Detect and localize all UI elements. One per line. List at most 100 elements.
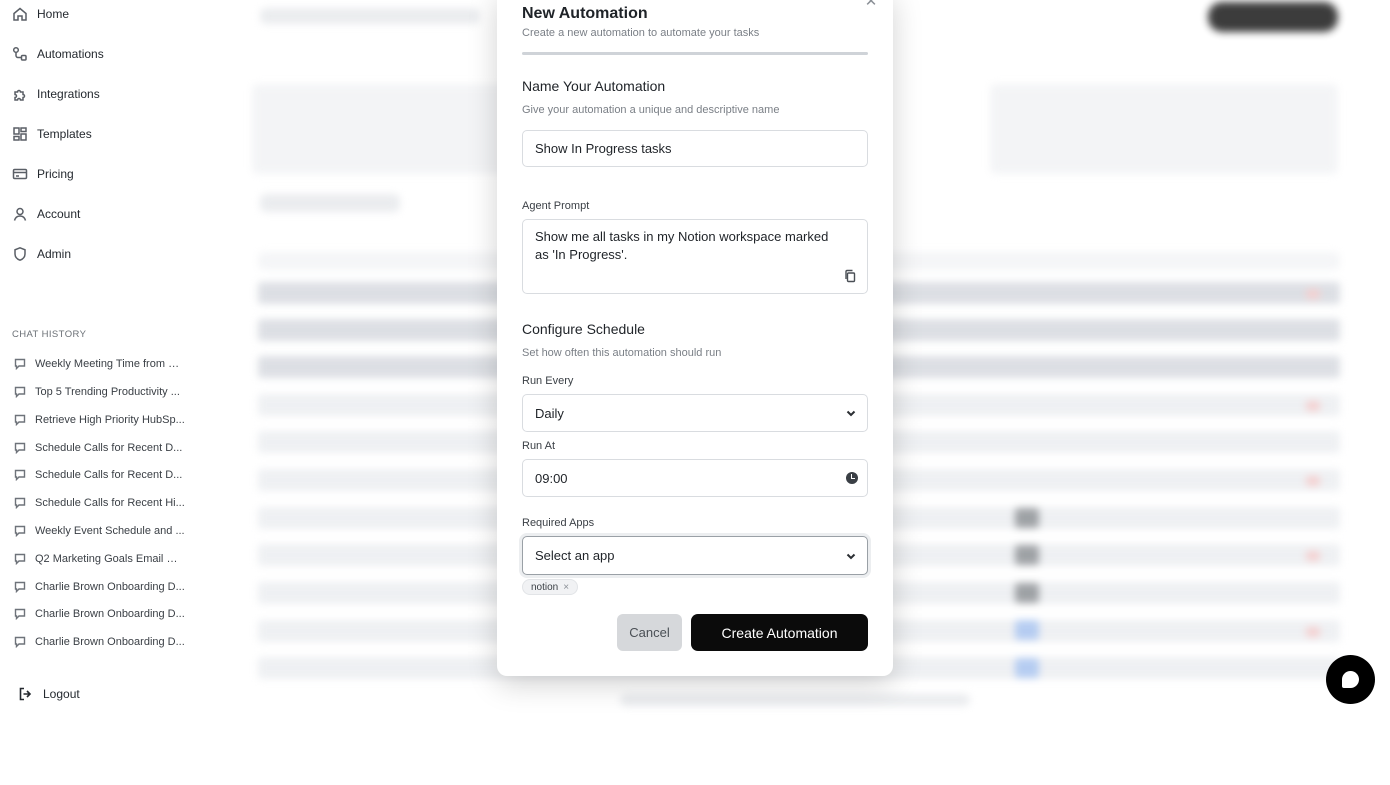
chat-launcher-button[interactable] [1326, 655, 1375, 704]
close-icon[interactable]: ✕ [863, 0, 879, 10]
selected-app-label: notion [531, 581, 559, 593]
remove-app-icon[interactable]: × [563, 582, 569, 593]
home-icon [13, 7, 27, 21]
automation-name-value: Show In Progress tasks [535, 141, 672, 156]
cancel-button[interactable]: Cancel [617, 614, 682, 651]
bg-avatar-blur [1015, 508, 1039, 528]
nav-pricing[interactable]: Pricing [12, 162, 74, 186]
chat-history-item[interactable]: Top 5 Trending Productivity ... [14, 383, 194, 401]
nav-integrations[interactable]: Integrations [12, 82, 100, 106]
agent-prompt-textarea[interactable]: Show me all tasks in my Notion workspace… [522, 219, 868, 294]
chat-history-title: CHAT HISTORY [12, 329, 87, 340]
schedule-section-heading: Configure Schedule [522, 321, 645, 337]
chat-icon [14, 497, 26, 509]
nav-integrations-label: Integrations [37, 87, 100, 101]
chat-icon [14, 608, 26, 620]
nav-account-label: Account [37, 207, 81, 221]
run-at-time-input[interactable]: 09:00 [522, 459, 868, 497]
chevron-down-icon [845, 550, 857, 562]
clock-icon[interactable] [846, 472, 858, 484]
user-icon [13, 207, 27, 221]
chat-history-label: Schedule Calls for Recent Hi... [35, 497, 185, 509]
run-every-select[interactable]: Daily [522, 394, 868, 432]
schedule-section-help: Set how often this automation should run [522, 347, 722, 359]
chat-icon [14, 358, 26, 370]
puzzle-icon [14, 89, 26, 101]
chat-history-item[interactable]: Schedule Calls for Recent D... [14, 466, 194, 484]
chat-icon [14, 525, 26, 537]
automation-name-input[interactable]: Show In Progress tasks [522, 130, 868, 167]
chat-history-label: Schedule Calls for Recent D... [35, 469, 183, 481]
nav-pricing-label: Pricing [37, 167, 74, 181]
name-section-heading: Name Your Automation [522, 78, 666, 94]
nav-automations[interactable]: Automations [12, 42, 104, 66]
name-section-help: Give your automation a unique and descri… [522, 104, 780, 116]
chat-history-label: Schedule Calls for Recent D... [35, 442, 183, 454]
chat-icon [14, 553, 26, 565]
bg-avatar-blur [1015, 545, 1039, 565]
copy-icon[interactable] [844, 269, 856, 283]
logout-label: Logout [43, 687, 80, 701]
chat-icon [14, 386, 26, 398]
templates-icon [13, 127, 27, 141]
logout-button[interactable]: Logout [18, 686, 80, 702]
bg-avatar-blur [1015, 583, 1039, 603]
new-automation-modal: ✕ New Automation Create a new automation… [497, 0, 893, 676]
chat-icon [14, 469, 26, 481]
chat-history-label: Top 5 Trending Productivity ... [35, 386, 180, 398]
chat-history-label: Charlie Brown Onboarding D... [35, 608, 185, 620]
run-at-label: Run At [522, 440, 556, 452]
bg-badge-blur [1306, 476, 1320, 486]
chat-history-label: Charlie Brown Onboarding D... [35, 636, 185, 648]
nav-account[interactable]: Account [12, 202, 80, 226]
bg-section-title-blur [260, 194, 400, 212]
chat-icon [14, 414, 26, 426]
bg-card-blur [990, 84, 1338, 174]
run-every-value: Daily [535, 405, 564, 421]
bg-badge-blur [1306, 627, 1320, 637]
chat-icon [14, 581, 26, 593]
chat-history-item[interactable]: Charlie Brown Onboarding D... [14, 578, 194, 596]
chat-history-item[interactable]: Weekly Meeting Time from G... [14, 355, 194, 373]
nav-admin-label: Admin [37, 247, 72, 261]
chevron-down-icon [845, 407, 857, 419]
nav-admin[interactable]: Admin [12, 242, 71, 266]
chat-history-item[interactable]: Retrieve High Priority HubSp... [14, 411, 194, 429]
bg-primary-button-blur [1208, 2, 1338, 32]
nav-automations-label: Automations [37, 47, 104, 61]
agent-prompt-label: Agent Prompt [522, 200, 590, 212]
bg-avatar-blur [1015, 658, 1039, 678]
chat-icon [14, 636, 26, 648]
chat-history-item[interactable]: Weekly Event Schedule and ... [14, 522, 194, 540]
chat-icon [14, 442, 26, 454]
app-select-dropdown[interactable]: Select an app [522, 536, 868, 575]
chat-history-item[interactable]: Charlie Brown Onboarding D... [14, 605, 194, 623]
nav-home-label: Home [37, 7, 70, 21]
bg-footer-blur [620, 694, 970, 706]
sidebar: Home Automations Integrations Templates … [0, 0, 200, 785]
nav-templates[interactable]: Templates [12, 122, 92, 146]
app-select-placeholder: Select an app [535, 548, 615, 563]
chat-history-label: Retrieve High Priority HubSp... [35, 414, 185, 426]
required-apps-label: Required Apps [522, 517, 595, 529]
bg-header-blur [260, 8, 480, 24]
bg-avatar-blur [1015, 620, 1039, 640]
chat-history-item[interactable]: Q2 Marketing Goals Email Dr... [14, 550, 194, 568]
chat-history-item[interactable]: Charlie Brown Onboarding D... [14, 633, 194, 651]
bg-badge-blur [1306, 551, 1320, 561]
chat-history-item[interactable]: Schedule Calls for Recent Hi... [14, 494, 194, 512]
modal-title: New Automation [522, 5, 648, 22]
chat-bubble-icon [1342, 671, 1359, 688]
nav-home[interactable]: Home [12, 2, 69, 26]
create-automation-button[interactable]: Create Automation [691, 614, 868, 651]
chat-history-label: Q2 Marketing Goals Email Dr... [35, 553, 185, 565]
app-root: Home Automations Integrations Templates … [0, 0, 1390, 785]
selected-app-chip: notion × [522, 579, 579, 595]
bg-badge-blur [1306, 401, 1320, 411]
step-progress-fill [522, 52, 868, 55]
chat-history-item[interactable]: Schedule Calls for Recent D... [14, 439, 194, 457]
logout-icon [19, 687, 32, 701]
chat-history-label: Weekly Event Schedule and ... [35, 525, 185, 537]
credit-card-icon [12, 168, 28, 180]
run-at-value: 09:00 [535, 470, 568, 486]
